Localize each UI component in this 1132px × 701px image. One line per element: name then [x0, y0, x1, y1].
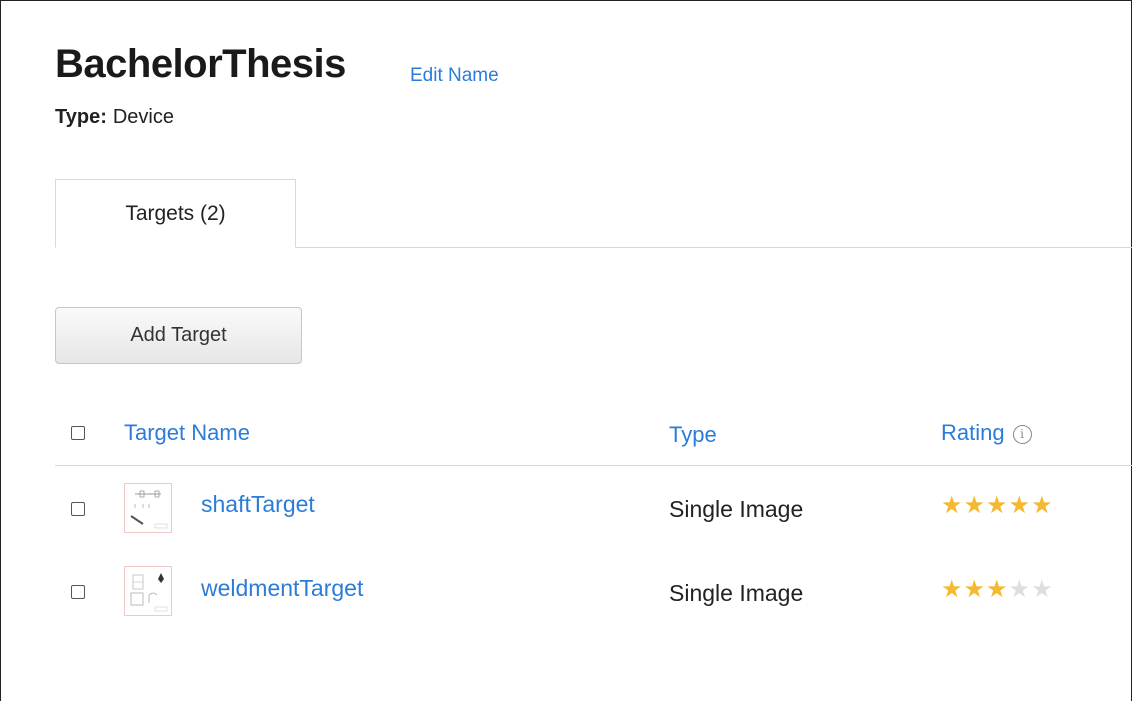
table-header-divider [55, 465, 1132, 466]
target-name-link[interactable]: weldmentTarget [201, 575, 363, 602]
rating-header-label: Rating [941, 420, 1005, 445]
info-icon[interactable]: i [1012, 425, 1032, 444]
page-title: BachelorThesis [55, 42, 346, 86]
star-filled-icon: ★ [986, 575, 1009, 603]
type-value: Device [112, 106, 174, 128]
star-filled-icon: ★ [1008, 491, 1032, 519]
star-filled-icon: ★ [963, 491, 987, 519]
target-thumbnail-icon[interactable] [124, 483, 172, 533]
star-filled-icon: ★ [941, 491, 964, 519]
star-filled-icon: ★ [963, 575, 987, 603]
target-type: Single Image [669, 496, 804, 522]
rating-stars: ★★★★★ [941, 575, 1054, 603]
row-checkbox[interactable] [71, 585, 85, 599]
target-type: Single Image [669, 580, 804, 606]
type-label: Type: [55, 106, 107, 128]
database-type: Type: Device [55, 106, 174, 129]
target-name-link[interactable]: shaftTarget [201, 491, 315, 518]
target-thumbnail-icon[interactable] [124, 566, 172, 616]
edit-name-link[interactable]: Edit Name [410, 65, 499, 87]
star-filled-icon: ★ [941, 575, 964, 603]
add-target-button[interactable]: Add Target [55, 307, 302, 364]
column-header-target-name[interactable]: Target Name [124, 420, 250, 446]
row-checkbox[interactable] [71, 502, 85, 516]
tab-targets[interactable]: Targets (2) [55, 179, 296, 248]
star-filled-icon: ★ [986, 491, 1009, 519]
star-empty-icon: ★ [1031, 575, 1054, 603]
select-all-checkbox[interactable] [71, 426, 85, 440]
column-header-rating[interactable]: Rating i [941, 420, 1032, 446]
column-header-type[interactable]: Type [669, 422, 717, 448]
rating-stars: ★★★★★ [941, 491, 1054, 519]
star-filled-icon: ★ [1031, 491, 1054, 519]
star-empty-icon: ★ [1008, 575, 1032, 603]
